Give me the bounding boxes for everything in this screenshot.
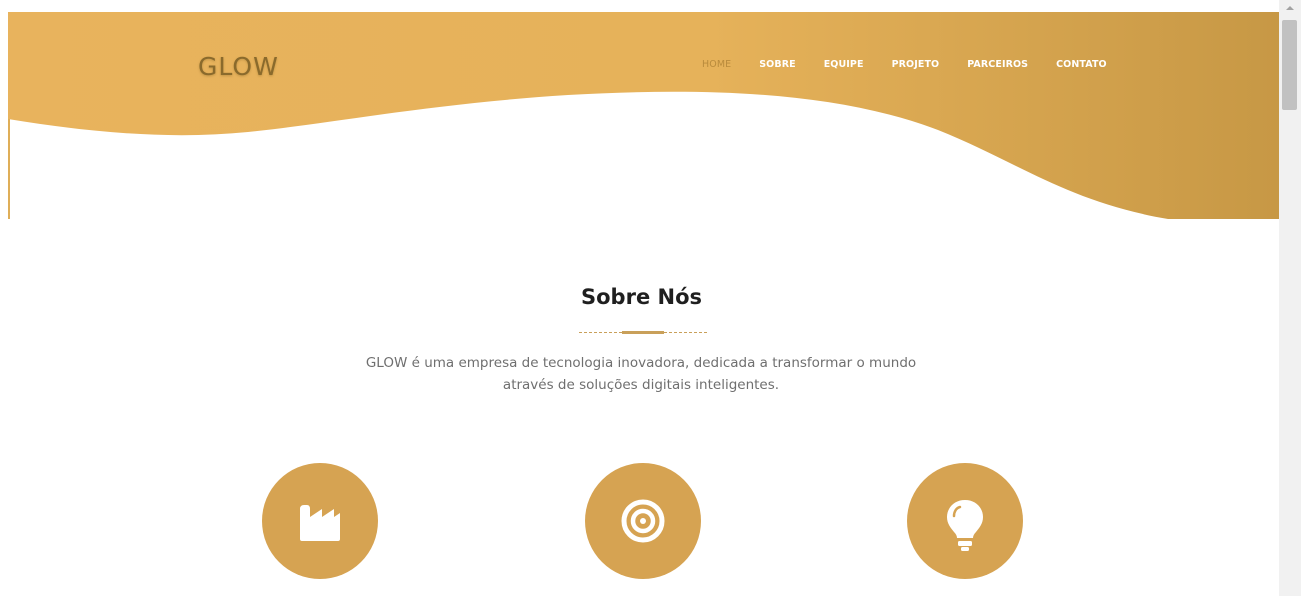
hero-wave-background [8,12,1279,219]
divider-accent-bar [622,331,664,334]
about-description-line-1: GLOW é uma empresa de tecnologia inovado… [365,355,917,371]
vertical-scrollbar[interactable] [1279,0,1301,596]
hero-header: GLOW HOME SOBRE EQUIPE PROJETO PARCEIROS… [8,12,1279,219]
title-divider [579,331,707,334]
scrollbar-thumb[interactable] [1282,20,1297,110]
feature-circle-target [585,463,701,579]
factory-icon [300,505,340,541]
nav-item-home[interactable]: HOME [702,59,731,70]
nav-item-sobre[interactable]: SOBRE [759,59,795,70]
page: GLOW HOME SOBRE EQUIPE PROJETO PARCEIROS… [0,0,1301,596]
about-title: Sobre Nós [581,285,702,309]
nav-item-projeto[interactable]: PROJETO [892,59,940,70]
nav-item-equipe[interactable]: EQUIPE [824,59,864,70]
nav-item-contato[interactable]: CONTATO [1056,59,1107,70]
brand-logo[interactable]: GLOW [198,52,279,81]
nav-item-parceiros[interactable]: PARCEIROS [967,59,1028,70]
main-nav: HOME SOBRE EQUIPE PROJETO PARCEIROS CONT… [702,59,1107,70]
lightbulb-icon [947,500,983,551]
scroll-up-arrow-icon[interactable] [1286,6,1294,10]
about-description: GLOW é uma empresa de tecnologia inovado… [300,352,982,396]
feature-circle-factory [262,463,378,579]
feature-circle-lightbulb [907,463,1023,579]
target-icon [621,499,665,543]
about-description-line-2: através de soluções digitais inteligente… [502,377,780,393]
